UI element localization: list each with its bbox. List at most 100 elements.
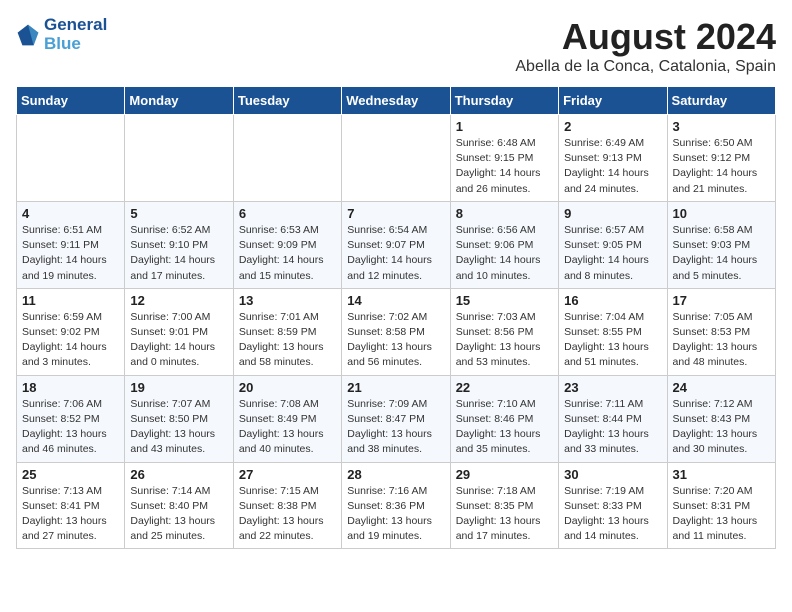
day-info: Sunrise: 6:54 AMSunset: 9:07 PMDaylight:… <box>347 223 444 284</box>
day-info: Sunrise: 7:00 AMSunset: 9:01 PMDaylight:… <box>130 310 227 371</box>
calendar-day-cell: 13Sunrise: 7:01 AMSunset: 8:59 PMDayligh… <box>233 288 341 375</box>
calendar-day-cell: 31 Sunrise: 7:20 AMSunset: 8:31 PMDayligh… <box>667 462 775 549</box>
day-info: Sunrise: 7:03 AMSunset: 8:56 PMDaylight:… <box>456 310 553 371</box>
day-number: 1 <box>456 119 553 134</box>
calendar-day-cell: 16Sunrise: 7:04 AMSunset: 8:55 PMDayligh… <box>559 288 667 375</box>
logo-blue: Blue <box>44 35 107 54</box>
day-info: Sunrise: 6:56 AMSunset: 9:06 PMDaylight:… <box>456 223 553 284</box>
calendar-day-cell: 18Sunrise: 7:06 AMSunset: 8:52 PMDayligh… <box>17 375 125 462</box>
weekday-header-row: SundayMondayTuesdayWednesdayThursdayFrid… <box>17 87 776 115</box>
calendar-day-cell: 5 Sunrise: 6:52 AMSunset: 9:10 PMDaylight… <box>125 201 233 288</box>
weekday-header-thursday: Thursday <box>450 87 558 115</box>
calendar-day-cell <box>342 115 450 202</box>
calendar-day-cell: 19 Sunrise: 7:07 AMSunset: 8:50 PMDayligh… <box>125 375 233 462</box>
day-info: Sunrise: 7:09 AMSunset: 8:47 PMDaylight:… <box>347 397 444 458</box>
day-info: Sunrise: 6:59 AMSunset: 9:02 PMDaylight:… <box>22 310 119 371</box>
calendar-day-cell: 26 Sunrise: 7:14 AMSunset: 8:40 PMDayligh… <box>125 462 233 549</box>
day-info: Sunrise: 7:14 AMSunset: 8:40 PMDaylight:… <box>130 484 227 545</box>
location-subtitle: Abella de la Conca, Catalonia, Spain <box>515 58 776 76</box>
day-info: Sunrise: 6:48 AMSunset: 9:15 PMDaylight:… <box>456 136 553 197</box>
calendar-day-cell: 11 Sunrise: 6:59 AMSunset: 9:02 PMDayligh… <box>17 288 125 375</box>
calendar-day-cell: 29 Sunrise: 7:18 AMSunset: 8:35 PMDayligh… <box>450 462 558 549</box>
calendar-day-cell: 22 Sunrise: 7:10 AMSunset: 8:46 PMDayligh… <box>450 375 558 462</box>
day-number: 22 <box>456 380 553 395</box>
day-info: Sunrise: 7:01 AMSunset: 8:59 PMDaylight:… <box>239 310 336 371</box>
calendar-day-cell: 7 Sunrise: 6:54 AMSunset: 9:07 PMDaylight… <box>342 201 450 288</box>
day-info: Sunrise: 7:16 AMSunset: 8:36 PMDaylight:… <box>347 484 444 545</box>
calendar-day-cell: 3 Sunrise: 6:50 AMSunset: 9:12 PMDaylight… <box>667 115 775 202</box>
day-info: Sunrise: 7:12 AMSunset: 8:43 PMDaylight:… <box>673 397 770 458</box>
logo: General Blue <box>16 16 107 53</box>
calendar-week-row: 4Sunrise: 6:51 AMSunset: 9:11 PMDaylight… <box>17 201 776 288</box>
day-info: Sunrise: 7:05 AMSunset: 8:53 PMDaylight:… <box>673 310 770 371</box>
calendar-day-cell: 12 Sunrise: 7:00 AMSunset: 9:01 PMDayligh… <box>125 288 233 375</box>
day-number: 10 <box>673 206 770 221</box>
day-number: 4 <box>22 206 119 221</box>
day-number: 9 <box>564 206 661 221</box>
day-info: Sunrise: 6:50 AMSunset: 9:12 PMDaylight:… <box>673 136 770 197</box>
calendar-day-cell <box>17 115 125 202</box>
weekday-header-sunday: Sunday <box>17 87 125 115</box>
day-number: 3 <box>673 119 770 134</box>
day-number: 24 <box>673 380 770 395</box>
day-number: 19 <box>130 380 227 395</box>
calendar-day-cell: 14 Sunrise: 7:02 AMSunset: 8:58 PMDayligh… <box>342 288 450 375</box>
day-info: Sunrise: 6:53 AMSunset: 9:09 PMDaylight:… <box>239 223 336 284</box>
day-number: 12 <box>130 293 227 308</box>
day-info: Sunrise: 7:19 AMSunset: 8:33 PMDaylight:… <box>564 484 661 545</box>
title-area: August 2024 Abella de la Conca, Cataloni… <box>515 16 776 76</box>
calendar-day-cell: 30Sunrise: 7:19 AMSunset: 8:33 PMDayligh… <box>559 462 667 549</box>
day-number: 7 <box>347 206 444 221</box>
weekday-header-friday: Friday <box>559 87 667 115</box>
calendar-day-cell <box>125 115 233 202</box>
day-number: 6 <box>239 206 336 221</box>
calendar-week-row: 25 Sunrise: 7:13 AMSunset: 8:41 PMDayligh… <box>17 462 776 549</box>
day-info: Sunrise: 7:18 AMSunset: 8:35 PMDaylight:… <box>456 484 553 545</box>
day-info: Sunrise: 6:52 AMSunset: 9:10 PMDaylight:… <box>130 223 227 284</box>
day-number: 23 <box>564 380 661 395</box>
day-info: Sunrise: 7:06 AMSunset: 8:52 PMDaylight:… <box>22 397 119 458</box>
day-info: Sunrise: 7:15 AMSunset: 8:38 PMDaylight:… <box>239 484 336 545</box>
calendar-day-cell: 17Sunrise: 7:05 AMSunset: 8:53 PMDayligh… <box>667 288 775 375</box>
day-number: 31 <box>673 467 770 482</box>
calendar-day-cell: 20Sunrise: 7:08 AMSunset: 8:49 PMDayligh… <box>233 375 341 462</box>
calendar-day-cell <box>233 115 341 202</box>
calendar-day-cell: 9 Sunrise: 6:57 AMSunset: 9:05 PMDaylight… <box>559 201 667 288</box>
weekday-header-tuesday: Tuesday <box>233 87 341 115</box>
day-number: 29 <box>456 467 553 482</box>
calendar-day-cell: 15Sunrise: 7:03 AMSunset: 8:56 PMDayligh… <box>450 288 558 375</box>
day-number: 11 <box>22 293 119 308</box>
day-number: 14 <box>347 293 444 308</box>
day-number: 21 <box>347 380 444 395</box>
day-info: Sunrise: 7:02 AMSunset: 8:58 PMDaylight:… <box>347 310 444 371</box>
weekday-header-saturday: Saturday <box>667 87 775 115</box>
calendar-week-row: 11 Sunrise: 6:59 AMSunset: 9:02 PMDayligh… <box>17 288 776 375</box>
day-info: Sunrise: 6:49 AMSunset: 9:13 PMDaylight:… <box>564 136 661 197</box>
day-number: 5 <box>130 206 227 221</box>
calendar-day-cell: 24 Sunrise: 7:12 AMSunset: 8:43 PMDayligh… <box>667 375 775 462</box>
day-info: Sunrise: 7:11 AMSunset: 8:44 PMDaylight:… <box>564 397 661 458</box>
day-number: 27 <box>239 467 336 482</box>
weekday-header-wednesday: Wednesday <box>342 87 450 115</box>
day-info: Sunrise: 7:04 AMSunset: 8:55 PMDaylight:… <box>564 310 661 371</box>
day-info: Sunrise: 7:13 AMSunset: 8:41 PMDaylight:… <box>22 484 119 545</box>
calendar-day-cell: 23 Sunrise: 7:11 AMSunset: 8:44 PMDayligh… <box>559 375 667 462</box>
calendar-day-cell: 2 Sunrise: 6:49 AMSunset: 9:13 PMDaylight… <box>559 115 667 202</box>
day-number: 2 <box>564 119 661 134</box>
day-info: Sunrise: 7:20 AMSunset: 8:31 PMDaylight:… <box>673 484 770 545</box>
day-number: 8 <box>456 206 553 221</box>
day-number: 25 <box>22 467 119 482</box>
calendar-day-cell: 8 Sunrise: 6:56 AMSunset: 9:06 PMDaylight… <box>450 201 558 288</box>
month-year-title: August 2024 <box>515 16 776 58</box>
calendar-day-cell: 28Sunrise: 7:16 AMSunset: 8:36 PMDayligh… <box>342 462 450 549</box>
header: General Blue August 2024 Abella de la Co… <box>16 16 776 76</box>
logo-general: General <box>44 16 107 35</box>
calendar-day-cell: 4Sunrise: 6:51 AMSunset: 9:11 PMDaylight… <box>17 201 125 288</box>
day-info: Sunrise: 7:07 AMSunset: 8:50 PMDaylight:… <box>130 397 227 458</box>
weekday-header-monday: Monday <box>125 87 233 115</box>
day-number: 20 <box>239 380 336 395</box>
calendar-day-cell: 6 Sunrise: 6:53 AMSunset: 9:09 PMDaylight… <box>233 201 341 288</box>
day-info: Sunrise: 6:57 AMSunset: 9:05 PMDaylight:… <box>564 223 661 284</box>
day-number: 26 <box>130 467 227 482</box>
day-info: Sunrise: 7:10 AMSunset: 8:46 PMDaylight:… <box>456 397 553 458</box>
